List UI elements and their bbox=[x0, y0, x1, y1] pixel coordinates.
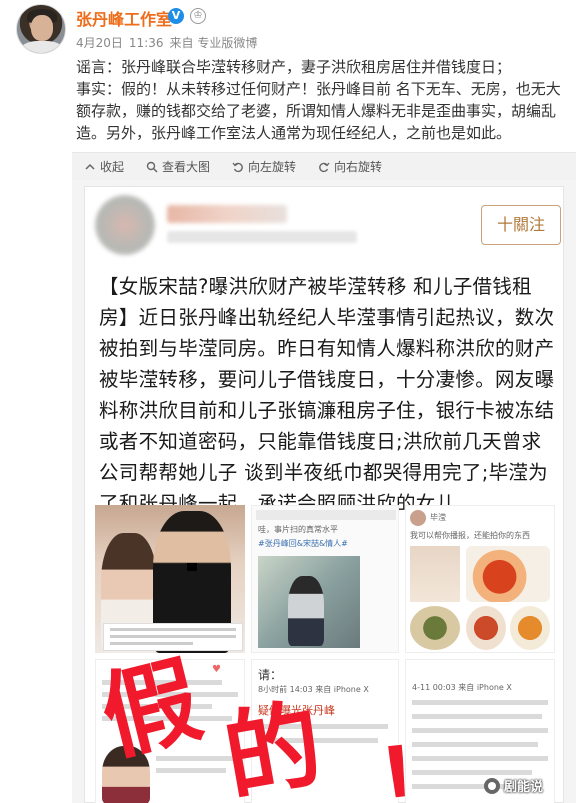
image-toolbar: 收起 查看大图 向左旋转 向右旋转 bbox=[72, 152, 576, 180]
blurred-username bbox=[167, 205, 287, 223]
view-large-label: 查看大图 bbox=[162, 160, 211, 174]
post-header: 张丹峰工作室 V ♔ 4月20日 11:36 来自 专业版微博 bbox=[0, 0, 580, 56]
post-text: 谣言：张丹峰联合毕滢转移财产，妻子洪欣租房居住并借钱度日； 事实：假的！从未转移… bbox=[76, 56, 572, 144]
photo-screenshot-food: 毕滢 我可以帮你播报，还能拍你的东西 bbox=[405, 505, 555, 653]
embedded-post-text: 【女版宋喆?曝洪欣财产被毕滢转移 和儿子借钱租房】近日张丹峰出轨经纪人毕滢事情引… bbox=[99, 275, 555, 515]
author-name[interactable]: 张丹峰工作室 bbox=[76, 6, 172, 30]
rotate-left-label: 向左旋转 bbox=[248, 160, 297, 174]
post-date[interactable]: 4月20日 bbox=[76, 36, 123, 50]
photo-screenshot-lady: ♥ bbox=[95, 659, 245, 803]
photo5-name: 请： bbox=[258, 668, 283, 682]
rotate-right-label: 向右旋转 bbox=[334, 160, 383, 174]
watermark-text: 剧能说 bbox=[504, 780, 544, 795]
author-avatar[interactable] bbox=[16, 4, 66, 54]
photo-screenshot-post5: 请： 8小时前 14:03 来自 iPhone X 疑似曝光张丹峰 bbox=[251, 659, 399, 803]
magnifier-icon bbox=[146, 161, 158, 173]
source-watermark: 剧能说 bbox=[484, 776, 543, 795]
collapse-icon bbox=[85, 163, 95, 170]
rotate-right-icon bbox=[319, 162, 330, 172]
view-large-button[interactable]: 查看大图 bbox=[146, 158, 210, 175]
follow-button[interactable]: 十關注 bbox=[481, 205, 561, 245]
photo3-caption: 我可以帮你播报，还能拍你的东西 bbox=[410, 531, 530, 540]
post-time[interactable]: 11:36 bbox=[129, 36, 164, 50]
rotate-right-button[interactable]: 向右旋转 bbox=[318, 158, 382, 175]
photo-screenshot-man: 哇，事片扫的真常水平 #张丹峰回&宋喆&情人# bbox=[251, 505, 399, 653]
photo-couple bbox=[95, 505, 245, 653]
post-line-fact: 事实：假的！从未转移过任何财产！张丹峰目前 名下无车、无房，也无大额存款，赚的钱… bbox=[76, 80, 561, 142]
member-crown-icon: ♔ bbox=[190, 8, 206, 24]
blurred-meta bbox=[167, 231, 357, 243]
wechat-logo-icon bbox=[484, 777, 500, 794]
rotate-left-icon bbox=[232, 162, 243, 172]
photo5-time: 8小时前 14:03 来自 iPhone X bbox=[258, 685, 369, 694]
photo6-time: 4-11 00:03 来自 iPhone X bbox=[412, 683, 512, 692]
verified-badge-icon: V bbox=[168, 8, 184, 24]
post-image[interactable]: 十關注 【女版宋喆?曝洪欣财产被毕滢转移 和儿子借钱租房】近日张丹峰出轨经纪人毕… bbox=[72, 180, 576, 803]
photo5-text: 疑似曝光张丹峰 bbox=[258, 704, 335, 717]
rotate-left-button[interactable]: 向左旋转 bbox=[232, 158, 296, 175]
blurred-avatar bbox=[95, 195, 155, 255]
photo2-tag: #张丹峰回&宋喆&情人# bbox=[258, 539, 348, 548]
collapse-label: 收起 bbox=[100, 160, 125, 174]
embedded-post-card: 十關注 【女版宋喆?曝洪欣财产被毕滢转移 和儿子借钱租房】近日张丹峰出轨经纪人毕… bbox=[84, 186, 564, 803]
collapse-button[interactable]: 收起 bbox=[84, 158, 124, 175]
photo2-caption: 哇，事片扫的真常水平 bbox=[258, 525, 338, 534]
post-source: 来自 专业版微博 bbox=[169, 36, 258, 50]
post-meta: 4月20日 11:36 来自 专业版微博 bbox=[76, 34, 263, 51]
photo3-name: 毕滢 bbox=[430, 513, 446, 522]
post-line-rumor: 谣言：张丹峰联合毕滢转移财产，妻子洪欣租房居住并借钱度日； bbox=[76, 58, 512, 76]
